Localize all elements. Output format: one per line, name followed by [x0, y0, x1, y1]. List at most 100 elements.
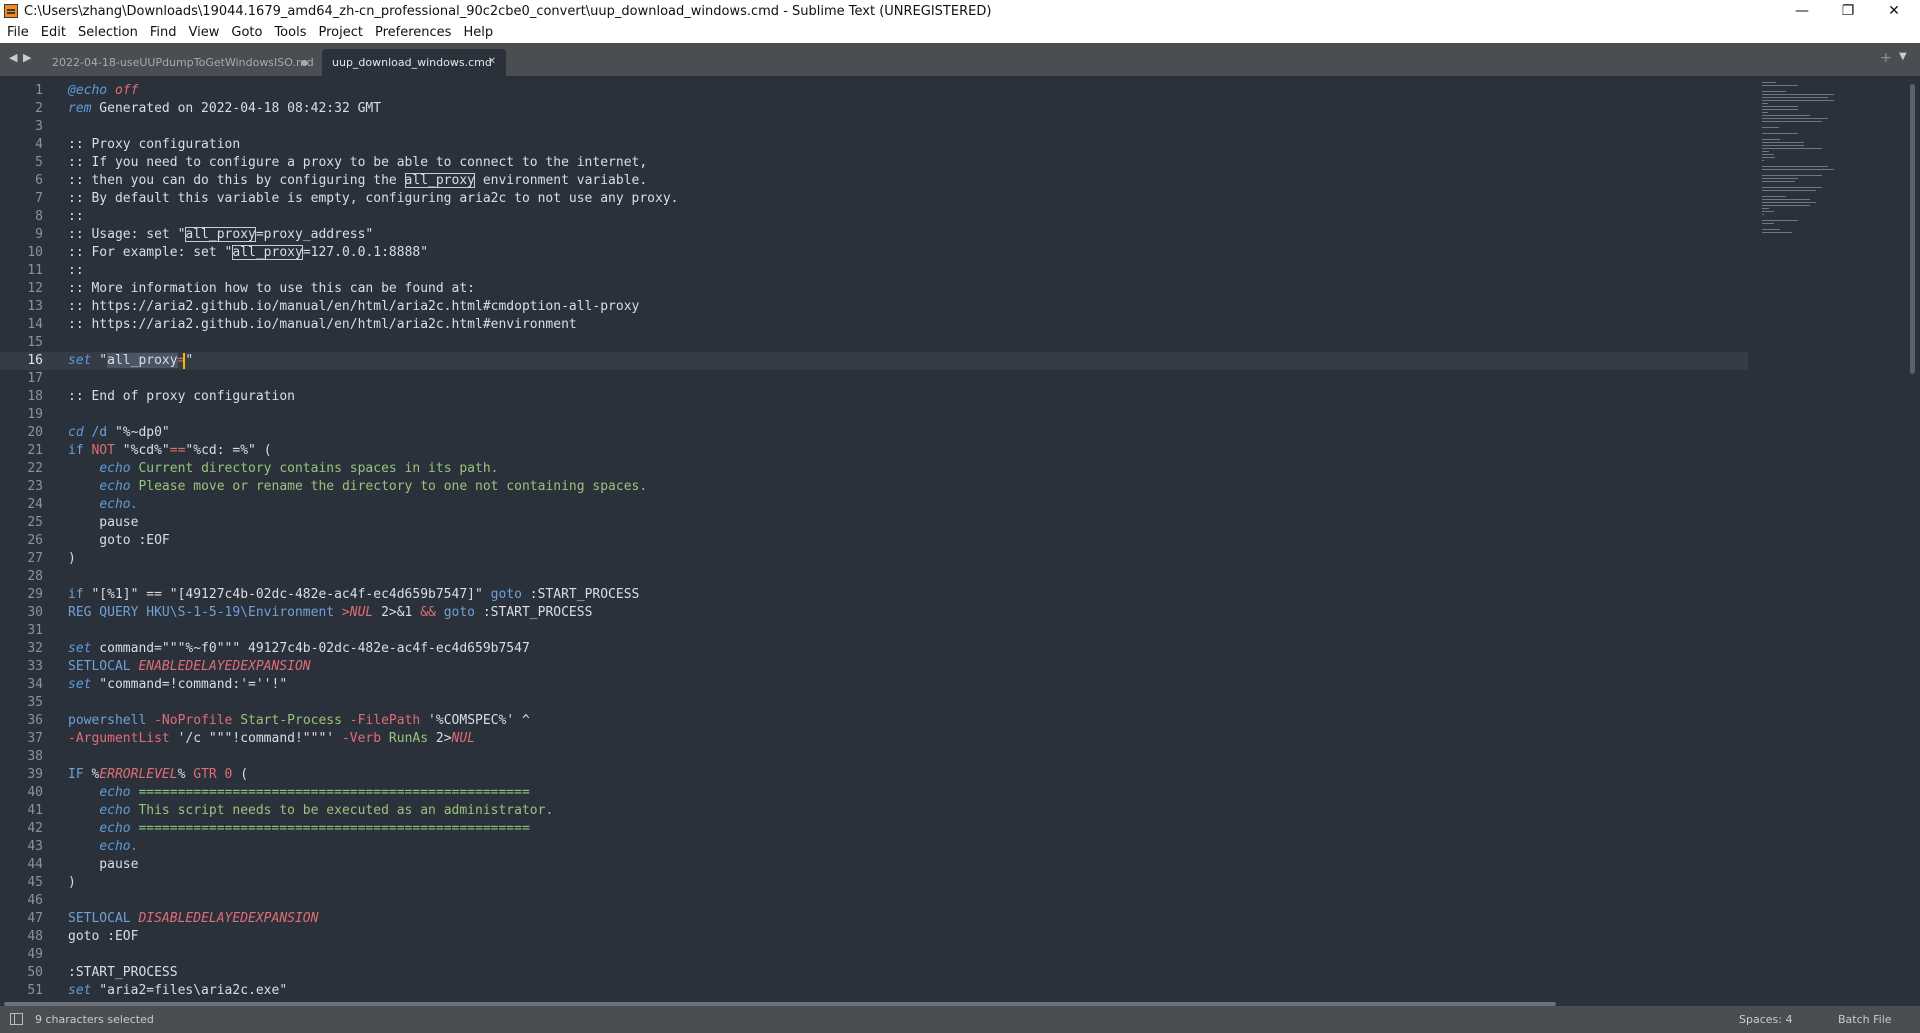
code-token: :: then you can do this by configuring t… [68, 173, 405, 188]
minimap-line [1762, 223, 1774, 224]
code-token: =127.0.0.1:8888" [302, 245, 429, 260]
code-line[interactable]: :: End of proxy configuration [68, 388, 295, 406]
code-line[interactable]: REG QUERY HKU\S-1-5-19\Environment >NUL … [68, 604, 592, 622]
code-token: -NoProfile [146, 713, 233, 728]
tab-scroll-left-icon[interactable]: ◀ [9, 51, 17, 64]
indentation-setting[interactable]: Spaces: 4 [1739, 1013, 1792, 1026]
code-line[interactable]: @echo off [68, 82, 138, 100]
code-line[interactable]: echo Please move or rename the directory… [68, 478, 647, 496]
code-line[interactable]: pause [68, 856, 138, 874]
menu-view[interactable]: View [189, 25, 220, 40]
close-window-button[interactable]: ✕ [1872, 0, 1916, 22]
code-line[interactable]: :: Usage: set "all_proxy=proxy_address" [68, 226, 373, 244]
code-line[interactable]: :START_PROCESS [68, 964, 178, 982]
tab-scroll-right-icon[interactable]: ▶ [23, 51, 31, 64]
code-line[interactable]: SETLOCAL DISABLEDELAYEDEXPANSION [68, 910, 318, 928]
code-line[interactable]: if "[%1]" == "[49127c4b-02dc-482e-ac4f-e… [68, 586, 639, 604]
menu-goto[interactable]: Goto [231, 25, 262, 40]
unsaved-dot-icon[interactable]: ● [301, 58, 308, 67]
code-line[interactable]: :: Proxy configuration [68, 136, 240, 154]
menu-find[interactable]: Find [150, 25, 177, 40]
minimap-line [1762, 91, 1786, 92]
tab-markdown-file[interactable]: 2022-04-18-useUUPdumpToGetWindowsISO.md … [42, 49, 318, 76]
menu-file[interactable]: File [7, 25, 29, 40]
code-line[interactable]: rem Generated on 2022-04-18 08:42:32 GMT [68, 100, 381, 118]
selection-status: 9 characters selected [35, 1013, 154, 1026]
minimap[interactable] [1754, 76, 1912, 376]
title-bar: C:\Users\zhang\Downloads\19044.1679_amd6… [0, 0, 1920, 22]
status-bar: 9 characters selected Spaces: 4 Batch Fi… [0, 1006, 1920, 1033]
code-line[interactable]: ) [68, 550, 76, 568]
code-line[interactable]: goto :EOF [68, 928, 138, 946]
code-view[interactable]: @echo off rem Generated on 2022-04-18 08:… [58, 76, 1748, 1006]
code-line[interactable]: :: then you can do this by configuring t… [68, 172, 647, 190]
code-line[interactable]: ) [68, 874, 76, 892]
code-line[interactable]: :: [68, 262, 84, 280]
menu-project[interactable]: Project [318, 25, 362, 40]
code-line[interactable]: :: [68, 208, 84, 226]
menu-help[interactable]: Help [463, 25, 493, 40]
vertical-scrollbar[interactable] [1910, 84, 1915, 374]
minimap-line [1762, 139, 1780, 140]
line-number: 41 [27, 803, 43, 818]
code-line[interactable]: :: If you need to configure a proxy to b… [68, 154, 647, 172]
code-token: :START_PROCESS [521, 587, 640, 602]
code-line[interactable]: echo ===================================… [68, 784, 529, 802]
code-line[interactable]: :: For example: set "all_proxy=127.0.0.1… [68, 244, 428, 262]
code-line[interactable]: set "command=!command:'=''!" [68, 676, 287, 694]
code-line[interactable]: SETLOCAL ENABLEDELAYEDEXPANSION [68, 658, 311, 676]
minimap-line [1762, 166, 1828, 167]
code-token: :: https://aria2.github.io/manual/en/htm… [68, 299, 640, 314]
code-line[interactable]: echo This script needs to be executed as… [68, 802, 553, 820]
syntax-selector[interactable]: Batch File [1838, 1013, 1892, 1026]
code-line[interactable]: cd /d "%~dp0" [68, 424, 170, 442]
line-number: 17 [27, 371, 43, 386]
code-token: :: More information how to use this can … [68, 281, 475, 296]
tab-cmd-file[interactable]: uup_download_windows.cmd ✕ [322, 49, 506, 76]
code-line[interactable]: powershell -NoProfile Start-Process -Fil… [68, 712, 530, 730]
code-line[interactable]: echo ===================================… [68, 820, 529, 838]
code-line[interactable]: IF %ERRORLEVEL% GTR 0 ( [68, 766, 248, 784]
menu-selection[interactable]: Selection [78, 25, 138, 40]
code-line[interactable]: if NOT "%cd%"=="%cd: =%" ( [68, 442, 272, 460]
line-number: 22 [27, 461, 43, 476]
code-line[interactable]: echo. [68, 496, 138, 514]
code-line[interactable]: :: https://aria2.github.io/manual/en/htm… [68, 298, 639, 316]
code-line[interactable]: set "aria2=files\aria2c.exe" [68, 982, 287, 1000]
minimap-line [1762, 109, 1798, 110]
code-line[interactable]: pause [68, 514, 138, 532]
menu-edit[interactable]: Edit [41, 25, 66, 40]
panel-toggle-icon[interactable] [10, 1013, 23, 1025]
code-token: ) [68, 875, 76, 890]
code-line[interactable]: :: By default this variable is empty, co… [68, 190, 678, 208]
menu-tools[interactable]: Tools [274, 25, 306, 40]
line-number: 14 [27, 317, 43, 332]
restore-button[interactable]: ❐ [1826, 0, 1870, 22]
code-token: :: https://aria2.github.io/manual/en/htm… [68, 317, 577, 332]
close-tab-icon[interactable]: ✕ [488, 56, 496, 67]
code-token: "[%1]" == "[49127c4b-02dc-482e-ac4f-ec4d… [83, 587, 483, 602]
minimize-button[interactable]: — [1780, 0, 1824, 22]
code-token: SETLOCAL [68, 659, 131, 674]
code-line[interactable]: set command="""%~f0""" 49127c4b-02dc-482… [68, 640, 530, 658]
line-number: 13 [27, 299, 43, 314]
new-tab-plus-icon[interactable]: + [1880, 50, 1892, 66]
code-line[interactable]: echo Current directory contains spaces i… [68, 460, 498, 478]
tab-list-dropdown-icon[interactable]: ▼ [1899, 51, 1907, 62]
minimap-line [1762, 118, 1828, 119]
menu-preferences[interactable]: Preferences [375, 25, 451, 40]
editor-area[interactable]: 1 2 3 4 5 6 7 8 9 10 11 12 13 14 15 16 17 18 19 20 21 22 23 24 2… [0, 76, 1920, 1006]
code-line[interactable]: goto :EOF [68, 532, 169, 550]
code-line[interactable]: set "all_proxy=" [68, 352, 193, 370]
minimap-line [1762, 199, 1810, 200]
code-token: powershell [68, 713, 147, 728]
code-line[interactable]: :: https://aria2.github.io/manual/en/htm… [68, 316, 577, 334]
code-token: GTR 0 [185, 767, 233, 782]
code-line[interactable]: :: More information how to use this can … [68, 280, 475, 298]
code-line[interactable]: -ArgumentList '/c """!command!"""' -Verb… [68, 730, 475, 748]
code-line[interactable]: echo. [68, 838, 138, 856]
minimap-line [1762, 232, 1792, 233]
